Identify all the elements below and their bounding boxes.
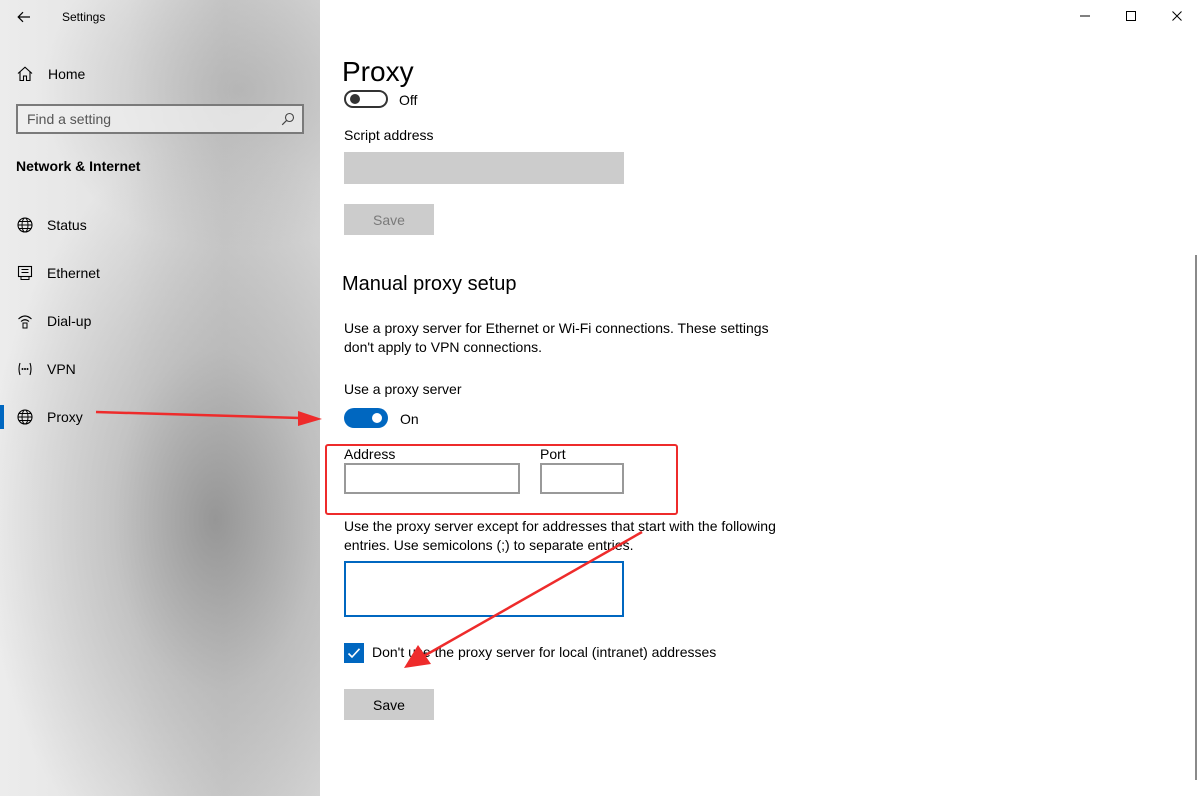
- section-title: Network & Internet: [16, 158, 141, 174]
- exceptions-description: Use the proxy server except for addresse…: [344, 518, 776, 553]
- ethernet-icon: [17, 265, 33, 280]
- page-title: Proxy: [342, 56, 414, 87]
- back-button[interactable]: [12, 6, 36, 28]
- toggle-knob: [372, 413, 382, 423]
- sidebar-item-ethernet[interactable]: Ethernet: [0, 255, 320, 291]
- globe-icon: [17, 217, 33, 233]
- search-input[interactable]: [18, 106, 272, 132]
- sidebar: Settings Home Network & Internet Status …: [0, 0, 320, 796]
- minimize-button[interactable]: [1062, 0, 1108, 32]
- local-bypass-checkbox[interactable]: [344, 643, 364, 663]
- script-save-button[interactable]: Save: [344, 204, 434, 235]
- use-proxy-label: Use a proxy server: [344, 381, 462, 397]
- checkmark-icon: [347, 648, 361, 659]
- port-input[interactable]: [540, 463, 624, 494]
- vpn-icon: [18, 362, 32, 376]
- toggle-knob: [350, 94, 360, 104]
- maximize-button[interactable]: [1108, 0, 1154, 32]
- nav-home-label: Home: [48, 66, 86, 82]
- minimize-icon: [1080, 15, 1090, 17]
- search-icon[interactable]: [281, 112, 295, 126]
- app-title: Settings: [62, 10, 106, 24]
- sidebar-item-proxy[interactable]: Proxy: [0, 399, 320, 435]
- close-button[interactable]: [1154, 0, 1200, 32]
- manual-save-button[interactable]: Save: [344, 689, 434, 720]
- auto-script-toggle-state: Off: [399, 92, 418, 108]
- manual-proxy-description: Use a proxy server for Ethernet or Wi-Fi…: [344, 320, 769, 355]
- nav-home[interactable]: Home: [0, 58, 320, 88]
- close-icon: [1172, 11, 1182, 21]
- auto-script-toggle[interactable]: [344, 90, 388, 108]
- exceptions-input[interactable]: [344, 561, 624, 617]
- maximize-icon: [1126, 11, 1136, 21]
- home-icon: [17, 66, 33, 82]
- sidebar-item-status[interactable]: Status: [0, 207, 320, 243]
- sidebar-item-label: Ethernet: [47, 265, 100, 281]
- sidebar-item-label: Dial-up: [47, 313, 92, 329]
- back-arrow-icon: [17, 11, 30, 23]
- dialup-icon: [18, 315, 32, 329]
- scrollbar[interactable]: [1195, 255, 1197, 780]
- search-box[interactable]: [16, 104, 304, 134]
- port-label: Port: [540, 446, 566, 462]
- sidebar-item-label: VPN: [47, 361, 76, 377]
- active-indicator: [0, 405, 4, 429]
- address-label: Address: [344, 446, 396, 462]
- manual-proxy-heading: Manual proxy setup: [342, 273, 517, 295]
- script-address-input[interactable]: [344, 152, 624, 184]
- sidebar-item-label: Proxy: [47, 409, 83, 425]
- address-input[interactable]: [344, 463, 520, 494]
- sidebar-item-label: Status: [47, 217, 87, 233]
- sidebar-item-dialup[interactable]: Dial-up: [0, 303, 320, 339]
- use-proxy-toggle-state: On: [400, 411, 419, 427]
- sidebar-item-vpn[interactable]: VPN: [0, 351, 320, 387]
- script-address-label: Script address: [344, 127, 434, 143]
- globe-icon: [17, 409, 33, 425]
- local-bypass-label: Don't use the proxy server for local (in…: [372, 644, 717, 660]
- use-proxy-toggle[interactable]: [344, 408, 388, 428]
